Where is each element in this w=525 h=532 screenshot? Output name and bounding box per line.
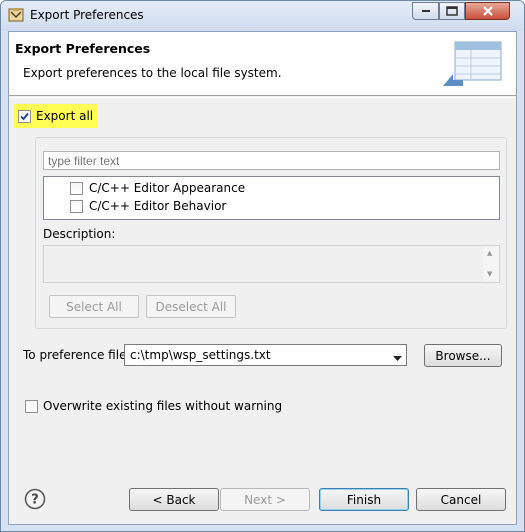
preferences-group: C/C++ Editor Appearance C/C++ Editor Beh…	[35, 137, 507, 329]
dialog-content: Export Preferences Export preferences to…	[8, 31, 517, 525]
deselect-all-button[interactable]: Deselect All	[146, 295, 236, 318]
export-preferences-window: Export Preferences Export Preferences Ex…	[0, 0, 525, 532]
back-button[interactable]: < Back	[129, 488, 219, 511]
chevron-down-icon[interactable]	[393, 351, 402, 365]
next-button[interactable]: Next >	[220, 488, 310, 511]
svg-text:?: ?	[31, 493, 39, 508]
export-all-label: Export all	[36, 109, 94, 123]
maximize-button[interactable]	[439, 2, 465, 20]
help-icon[interactable]: ?	[24, 488, 46, 510]
export-table-icon	[441, 40, 505, 92]
tree-item-checkbox[interactable]	[70, 181, 83, 195]
description-box: ▲ ▼	[43, 245, 500, 283]
title-bar[interactable]: Export Preferences	[1, 1, 524, 31]
filter-input[interactable]	[43, 151, 500, 170]
scroll-down-icon[interactable]: ▼	[487, 270, 492, 278]
overwrite-label: Overwrite existing files without warning	[43, 399, 283, 413]
minimize-button[interactable]	[412, 2, 439, 20]
eclipse-dialog-icon	[8, 7, 24, 23]
browse-button[interactable]: Browse...	[424, 344, 502, 367]
description-label: Description:	[43, 227, 116, 241]
tree-item-label: C/C++ Editor Appearance	[89, 181, 246, 195]
export-all-check-icon[interactable]	[18, 109, 31, 123]
description-scrollbar[interactable]: ▲ ▼	[483, 246, 499, 282]
tree-item-checkbox[interactable]	[70, 199, 83, 213]
cancel-button[interactable]: Cancel	[416, 488, 506, 511]
tree-item[interactable]: C/C++ Editor Appearance	[70, 180, 245, 196]
scroll-up-icon[interactable]: ▲	[487, 249, 492, 257]
tree-item-label: C/C++ Editor Behavior	[89, 199, 227, 213]
banner-description: Export preferences to the local file sys…	[23, 66, 282, 80]
finish-button[interactable]: Finish	[319, 488, 409, 511]
tree-item[interactable]: C/C++ Editor Behavior	[70, 198, 226, 214]
banner-separator	[9, 97, 516, 98]
preference-file-value[interactable]: c:\tmp\wsp_settings.txt	[130, 348, 271, 362]
select-all-button[interactable]: Select All	[49, 295, 139, 318]
overwrite-check-icon[interactable]	[25, 399, 38, 413]
export-all-checkbox[interactable]: Export all	[14, 104, 98, 128]
banner-title: Export Preferences	[15, 41, 151, 56]
close-button[interactable]	[465, 2, 510, 20]
preference-file-combo[interactable]: c:\tmp\wsp_settings.txt	[124, 344, 407, 366]
preference-file-label: To preference file:	[23, 348, 131, 362]
overwrite-checkbox[interactable]: Overwrite existing files without warning	[25, 399, 282, 413]
wizard-banner: Export Preferences Export preferences to…	[9, 32, 516, 96]
preferences-tree: C/C++ Editor Appearance C/C++ Editor Beh…	[43, 176, 500, 220]
window-title: Export Preferences	[30, 8, 144, 22]
